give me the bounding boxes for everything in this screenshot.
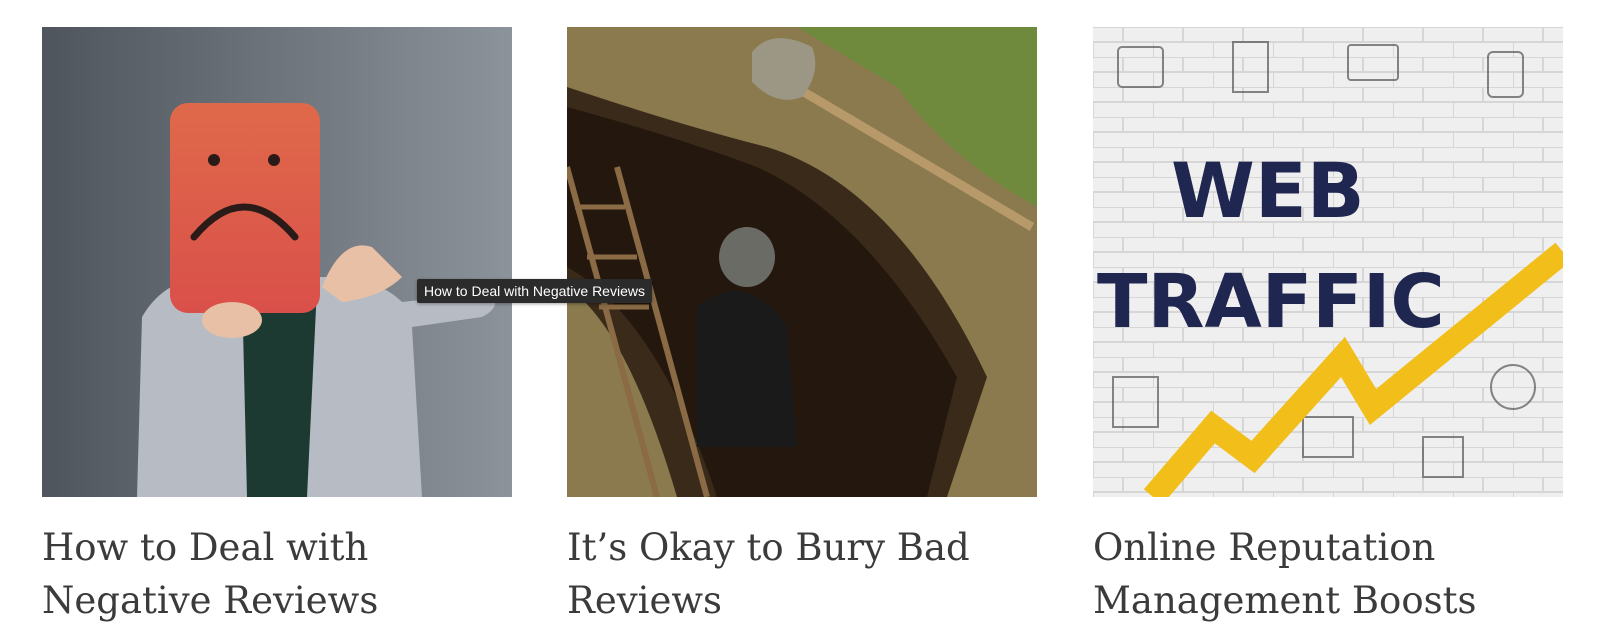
post-thumbnail-bury-bad-reviews[interactable] [567, 27, 1037, 497]
post-thumbnail-online-reputation[interactable]: WEB TRAFFIC [1093, 27, 1563, 497]
web-traffic-graphic: WEB TRAFFIC [1093, 27, 1563, 497]
post-title-line[interactable]: Negative Reviews [42, 574, 512, 627]
sad-face-photo [42, 27, 512, 497]
traffic-text: TRAFFIC [1097, 259, 1445, 345]
post-title-line[interactable]: How to Deal with [42, 521, 512, 574]
post-card-online-reputation: WEB TRAFFIC Online Reputation Management… [1093, 27, 1563, 627]
grave-photo [567, 27, 1037, 497]
post-thumbnail-negative-reviews[interactable] [42, 27, 512, 497]
post-title-line[interactable]: Management Boosts [1093, 574, 1563, 627]
post-title-bury-bad-reviews[interactable]: It’s Okay to Bury Bad Reviews [567, 521, 1037, 627]
post-grid: How to Deal with Negative Reviews It’s O… [0, 0, 1600, 623]
post-title-online-reputation[interactable]: Online Reputation Management Boosts [1093, 521, 1563, 627]
post-title-line[interactable]: Online Reputation [1093, 521, 1563, 574]
post-card-bury-bad-reviews: It’s Okay to Bury Bad Reviews [567, 27, 1037, 627]
post-title-negative-reviews[interactable]: How to Deal with Negative Reviews [42, 521, 512, 627]
post-title-line[interactable]: It’s Okay to Bury Bad [567, 521, 1037, 574]
image-tooltip: How to Deal with Negative Reviews [417, 279, 652, 303]
post-title-line[interactable]: Reviews [567, 574, 1037, 627]
web-text: WEB [1171, 146, 1365, 235]
post-card-negative-reviews: How to Deal with Negative Reviews [42, 27, 512, 627]
